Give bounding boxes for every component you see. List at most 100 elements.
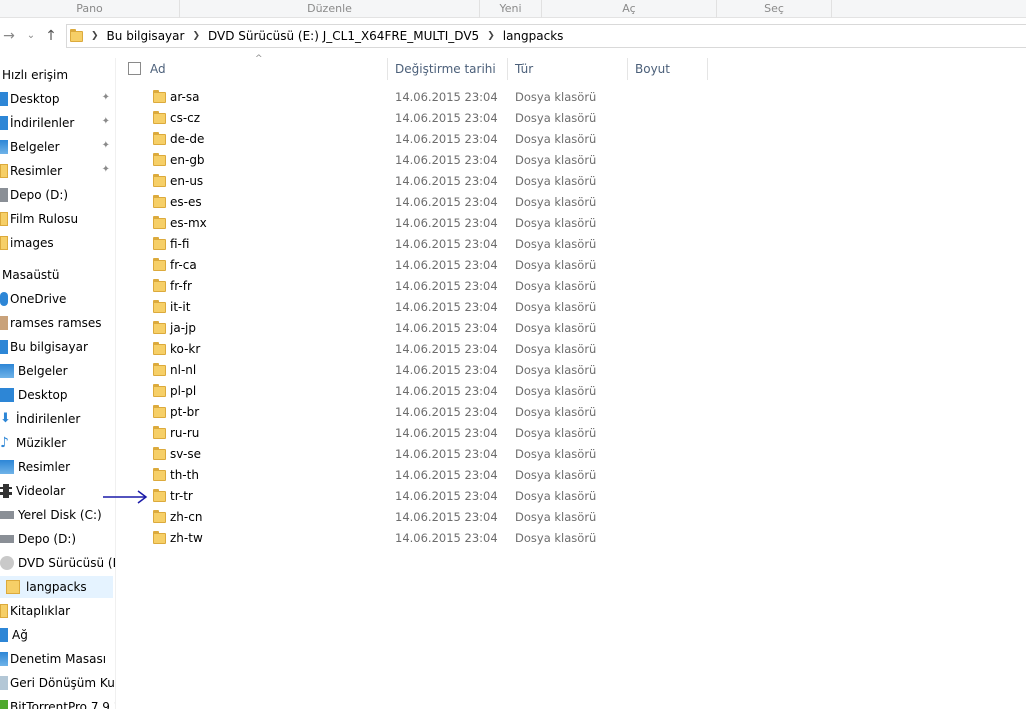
file-type: Dosya klasörü — [515, 195, 597, 209]
file-row[interactable]: es-es 14.06.2015 23:04 Dosya klasörü — [116, 192, 716, 213]
ribbon-group-duzenle: Düzenle — [180, 0, 480, 18]
sidebar-item-videolar[interactable]: Videolar — [0, 480, 65, 502]
sidebar-item-label: Masaüstü — [2, 268, 60, 282]
folder-icon — [153, 90, 166, 103]
breadcrumb-separator-icon[interactable]: ❯ — [192, 31, 200, 41]
sidebar-item-libraries[interactable]: Kitaplıklar — [0, 600, 70, 622]
select-all-checkbox[interactable] — [128, 62, 141, 75]
column-header-date-modified[interactable]: Değiştirme tarihi — [388, 58, 508, 80]
file-type: Dosya klasörü — [515, 300, 597, 314]
file-row[interactable]: ja-jp 14.06.2015 23:04 Dosya klasörü — [116, 318, 716, 339]
sidebar-item-this-pc[interactable]: Bu bilgisayar — [0, 336, 88, 358]
sidebar-item-label: images — [10, 236, 54, 250]
file-row[interactable]: de-de 14.06.2015 23:04 Dosya klasörü — [116, 129, 716, 150]
file-row[interactable]: pl-pl 14.06.2015 23:04 Dosya klasörü — [116, 381, 716, 402]
sidebar-item-control-panel[interactable]: Denetim Masası — [0, 648, 106, 670]
sidebar-item-langpacks[interactable]: langpacks — [0, 576, 113, 598]
sidebar-item-local-disk-c[interactable]: Yerel Disk (C:) — [0, 504, 102, 526]
sidebar-item-images[interactable]: images — [0, 232, 54, 254]
column-header-size[interactable]: Boyut — [628, 58, 708, 80]
folder-icon — [153, 510, 166, 523]
network-icon — [0, 628, 8, 642]
file-row[interactable]: it-it 14.06.2015 23:04 Dosya klasörü — [116, 297, 716, 318]
breadcrumb-separator-icon[interactable]: ❯ — [487, 31, 495, 41]
file-row[interactable]: es-mx 14.06.2015 23:04 Dosya klasörü — [116, 213, 716, 234]
sidebar-item-label: Desktop — [10, 92, 60, 106]
file-row[interactable]: fr-fr 14.06.2015 23:04 Dosya klasörü — [116, 276, 716, 297]
sidebar-item-bittorrent[interactable]: BitTorrentPro 7.9.3 ( — [0, 696, 115, 709]
folder-icon — [153, 279, 166, 292]
sidebar-item-indirilenler[interactable]: ⬇ İndirilenler — [0, 408, 80, 430]
file-row[interactable]: tr-tr 14.06.2015 23:04 Dosya klasörü — [116, 486, 716, 507]
file-name: ar-sa — [170, 90, 200, 104]
breadcrumb-separator-icon[interactable]: ❯ — [91, 31, 99, 41]
file-name: ja-jp — [170, 321, 196, 335]
sidebar-item-belgeler[interactable]: Belgeler — [0, 360, 68, 382]
file-row[interactable]: fi-fi 14.06.2015 23:04 Dosya klasörü — [116, 234, 716, 255]
address-bar[interactable]: ❯ Bu bilgisayar ❯ DVD Sürücüsü (E:) J_CL… — [66, 24, 1026, 48]
navigation-pane[interactable]: Hızlı erişim Desktop ✦ İndirilenler ✦ Belg… — [0, 58, 116, 709]
up-arrow-icon[interactable]: ↑ — [42, 27, 60, 45]
sidebar-item-onedrive[interactable]: OneDrive — [0, 288, 66, 310]
column-header-type[interactable]: Tür — [508, 58, 628, 80]
ribbon-group-ac: Aç — [542, 0, 717, 18]
file-row[interactable]: sv-se 14.06.2015 23:04 Dosya klasörü — [116, 444, 716, 465]
file-row[interactable]: cs-cz 14.06.2015 23:04 Dosya klasörü — [116, 108, 716, 129]
file-row[interactable]: ko-kr 14.06.2015 23:04 Dosya klasörü — [116, 339, 716, 360]
file-row[interactable]: en-gb 14.06.2015 23:04 Dosya klasörü — [116, 150, 716, 171]
sidebar-item-quick-access[interactable]: Hızlı erişim — [2, 64, 68, 86]
file-name: pt-br — [170, 405, 200, 419]
sidebar-item-depo-d[interactable]: Depo (D:) — [0, 184, 68, 206]
recent-locations-chevron-icon[interactable]: ⌄ — [22, 27, 40, 45]
sidebar-item-film-rulosu[interactable]: Film Rulosu — [0, 208, 78, 230]
file-name: en-us — [170, 174, 204, 188]
folder-icon — [153, 237, 166, 250]
file-row[interactable]: th-th 14.06.2015 23:04 Dosya klasörü — [116, 465, 716, 486]
sidebar-item-label: İndirilenler — [16, 412, 81, 426]
file-type: Dosya klasörü — [515, 426, 597, 440]
sidebar-item-label: Belgeler — [18, 364, 68, 378]
folder-icon — [153, 405, 166, 418]
file-date-modified: 14.06.2015 23:04 — [395, 489, 498, 503]
sidebar-item-label: Videolar — [16, 484, 66, 498]
file-date-modified: 14.06.2015 23:04 — [395, 468, 498, 482]
file-date-modified: 14.06.2015 23:04 — [395, 300, 498, 314]
sidebar-item-resimler[interactable]: Resimler — [0, 456, 70, 478]
sidebar-item-muzikler[interactable]: ♪ Müzikler — [0, 432, 66, 454]
file-type: Dosya klasörü — [515, 342, 597, 356]
sidebar-item-label: ramses ramses — [10, 316, 102, 330]
sidebar-item-depo-d-drive[interactable]: Depo (D:) — [0, 528, 76, 550]
file-row[interactable]: ru-ru 14.06.2015 23:04 Dosya klasörü — [116, 423, 716, 444]
file-type: Dosya klasörü — [515, 363, 597, 377]
sidebar-item-desktop[interactable]: Desktop — [0, 384, 68, 406]
sidebar-item-documents-pinned[interactable]: Belgeler ✦ — [0, 136, 115, 158]
sidebar-item-dvd-drive[interactable]: DVD Sürücüsü (E:) — [0, 552, 115, 574]
file-row[interactable]: zh-cn 14.06.2015 23:04 Dosya klasörü — [116, 507, 716, 528]
file-row[interactable]: nl-nl 14.06.2015 23:04 Dosya klasörü — [116, 360, 716, 381]
sidebar-item-label: OneDrive — [10, 292, 67, 306]
breadcrumb-dvd-drive[interactable]: DVD Sürücüsü (E:) J_CL1_X64FRE_MULTI_DV5 — [208, 29, 479, 43]
sidebar-item-ramses[interactable]: ramses ramses — [0, 312, 102, 334]
sidebar-item-downloads-pinned[interactable]: İndirilenler ✦ — [0, 112, 115, 134]
file-row[interactable]: zh-tw 14.06.2015 23:04 Dosya klasörü — [116, 528, 716, 549]
file-date-modified: 14.06.2015 23:04 — [395, 111, 498, 125]
sidebar-item-desktop-pinned[interactable]: Desktop ✦ — [0, 88, 115, 110]
file-row[interactable]: pt-br 14.06.2015 23:04 Dosya klasörü — [116, 402, 716, 423]
file-row[interactable]: en-us 14.06.2015 23:04 Dosya klasörü — [116, 171, 716, 192]
file-name: sv-se — [170, 447, 201, 461]
file-name: ko-kr — [170, 342, 201, 356]
folder-icon — [153, 489, 166, 502]
file-type: Dosya klasörü — [515, 489, 597, 503]
sidebar-item-network[interactable]: Ağ — [0, 624, 28, 646]
file-row[interactable]: fr-ca 14.06.2015 23:04 Dosya klasörü — [116, 255, 716, 276]
forward-arrow-icon[interactable]: → — [0, 27, 18, 45]
sidebar-item-label: İndirilenler — [10, 116, 75, 130]
file-row[interactable]: ar-sa 14.06.2015 23:04 Dosya klasörü — [116, 87, 716, 108]
sidebar-item-masaustu[interactable]: Masaüstü — [2, 264, 59, 286]
breadcrumb-this-pc[interactable]: Bu bilgisayar — [107, 29, 185, 43]
sidebar-item-label: Depo (D:) — [10, 188, 69, 202]
column-header-name[interactable]: Ad — [143, 58, 388, 80]
sidebar-item-pictures-pinned[interactable]: Resimler ✦ — [0, 160, 115, 182]
breadcrumb-langpacks[interactable]: langpacks — [503, 29, 564, 43]
sidebar-item-recycle-bin[interactable]: Geri Dönüşüm Kutusu — [0, 672, 115, 694]
